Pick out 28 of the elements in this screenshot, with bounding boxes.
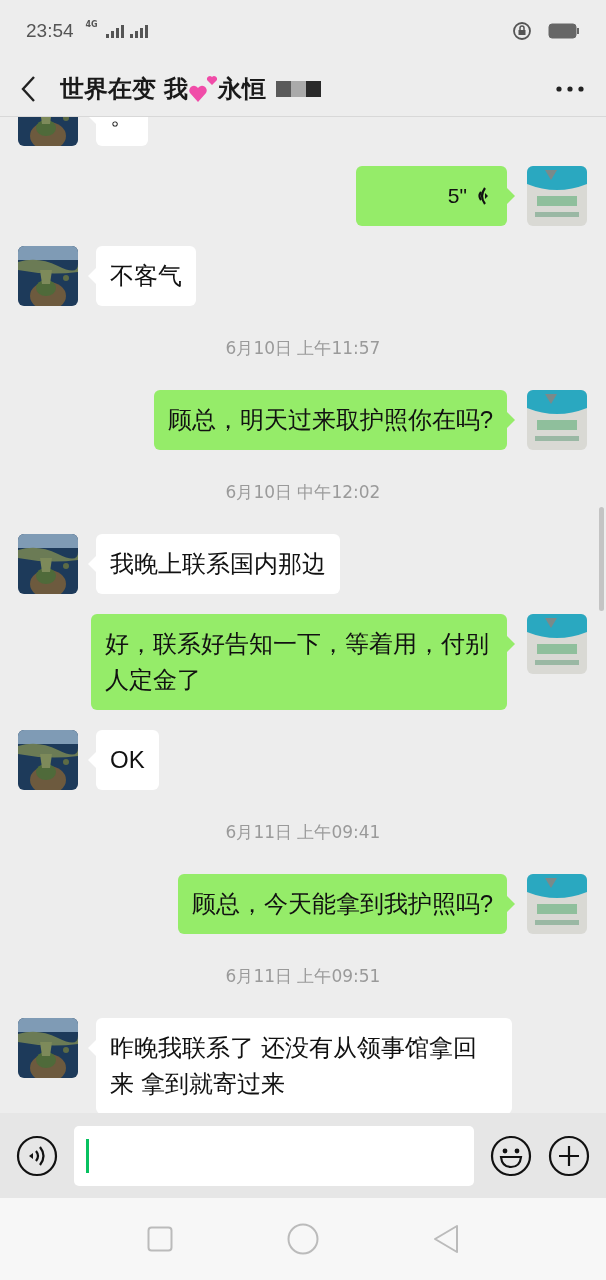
message-bubble: 顾总，明天过来取护照你在吗? — [153, 390, 507, 450]
message-bubble: 。 — [96, 117, 148, 146]
chat-title: 永恒 — [218, 74, 267, 105]
message-bubble: 昨晚我联系了 还没有从领事馆拿回来 拿到就寄过来 — [96, 1018, 512, 1113]
message-bubble: 我晚上联系国内那边 — [96, 534, 340, 594]
message-bubble: OK — [96, 730, 159, 790]
network-type: 4G — [85, 19, 98, 29]
back-icon[interactable] — [20, 75, 36, 103]
rotation-lock-icon — [512, 21, 532, 41]
battery-icon — [548, 23, 580, 39]
timestamp: 6月11日 上午09:41 — [225, 822, 381, 842]
voice-message-bubble[interactable]: 5" — [356, 166, 507, 226]
voice-input-icon[interactable] — [16, 1134, 58, 1177]
more-icon[interactable] — [556, 86, 584, 92]
chat-title: 世界在变 我 — [60, 74, 189, 105]
mosaic-drawing — [276, 81, 323, 97]
status-time: 23:54 — [26, 20, 74, 42]
timestamp: 6月10日 中午12:02 — [225, 482, 381, 502]
add-icon[interactable] — [548, 1134, 590, 1177]
message-bubble: 好，联系好告知一下，等着用，付别人定金了 — [91, 614, 507, 710]
message-bubble: 顾总，今天能拿到我护照吗? — [177, 874, 507, 934]
message-input-field[interactable] — [74, 1125, 474, 1186]
timestamp: 6月11日 上午09:51 — [225, 966, 381, 986]
hearts-icon — [188, 74, 219, 104]
message-bubble: 不客气 — [96, 246, 196, 306]
voice-wave-icon — [475, 185, 489, 207]
timestamp: 6月10日 上午11:57 — [225, 338, 381, 358]
emoji-icon[interactable] — [490, 1134, 532, 1177]
